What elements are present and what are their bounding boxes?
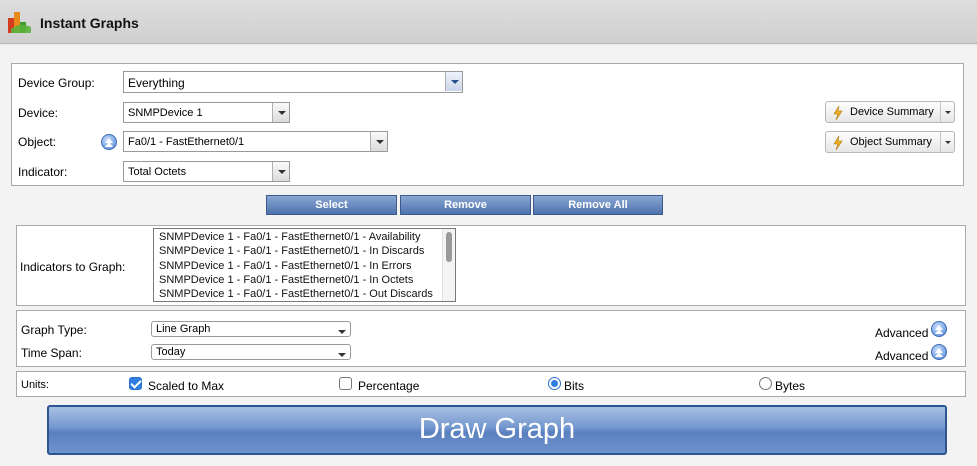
expand-advanced-icon[interactable] xyxy=(931,344,947,360)
chevron-down-icon[interactable] xyxy=(272,103,289,122)
bytes-label: Bytes xyxy=(775,379,806,393)
list-item[interactable]: SNMPDevice 1 - Fa0/1 - FastEthernet0/1 -… xyxy=(159,288,433,300)
object-summary-button[interactable]: Object Summary xyxy=(825,131,955,153)
device-summary-label: Device Summary xyxy=(850,106,934,118)
bits-label: Bits xyxy=(564,379,585,393)
percentage-checkbox[interactable] xyxy=(339,377,352,390)
advanced-link[interactable]: Advanced xyxy=(875,326,928,340)
list-item[interactable]: SNMPDevice 1 - Fa0/1 - FastEthernet0/1 -… xyxy=(159,274,413,286)
listbox-scrollbar[interactable] xyxy=(442,229,455,301)
bar-chart-logo-icon xyxy=(8,12,31,33)
bits-radio[interactable] xyxy=(548,377,561,390)
list-item[interactable]: SNMPDevice 1 - Fa0/1 - FastEthernet0/1 -… xyxy=(159,245,424,257)
time-span-label: Time Span: xyxy=(21,346,82,360)
scaled-to-max-label: Scaled to Max xyxy=(148,379,225,393)
object-value: Fa0/1 - FastEthernet0/1 xyxy=(128,136,245,148)
scrollbar-thumb[interactable] xyxy=(446,232,452,262)
indicators-label: Indicators to Graph: xyxy=(20,260,126,274)
list-item[interactable]: SNMPDevice 1 - Fa0/1 - FastEthernet0/1 -… xyxy=(159,231,420,243)
chevron-down-icon[interactable] xyxy=(940,132,954,152)
remove-button[interactable]: Remove xyxy=(400,195,531,215)
page-title: Instant Graphs xyxy=(40,15,139,31)
collapse-up-icon[interactable] xyxy=(101,134,117,150)
title-bar: Instant Graphs xyxy=(0,0,977,44)
chevron-down-icon[interactable] xyxy=(272,162,289,181)
device-value: SNMPDevice 1 xyxy=(128,107,203,119)
expand-advanced-icon[interactable] xyxy=(931,321,947,337)
advanced-link[interactable]: Advanced xyxy=(875,349,928,363)
time-span-value: Today xyxy=(156,346,186,358)
chevron-down-icon[interactable] xyxy=(445,72,462,91)
scaled-to-max-checkbox[interactable] xyxy=(129,377,142,390)
graph-type-value: Line Graph xyxy=(156,323,211,335)
device-group-select[interactable]: Everything xyxy=(123,71,463,93)
object-summary-label: Object Summary xyxy=(850,136,932,148)
object-select[interactable]: Fa0/1 - FastEthernet0/1 xyxy=(123,131,388,152)
draw-graph-button[interactable]: Draw Graph xyxy=(47,405,947,455)
device-label: Device: xyxy=(18,106,59,120)
indicator-select[interactable]: Total Octets xyxy=(123,161,290,182)
chevron-down-icon[interactable] xyxy=(370,132,387,151)
object-label: Object: xyxy=(18,135,57,149)
list-item[interactable]: SNMPDevice 1 - Fa0/1 - FastEthernet0/1 -… xyxy=(159,260,411,272)
main-content: Device Group: Everything Device: SNMPDev… xyxy=(0,45,977,466)
percentage-label: Percentage xyxy=(358,379,420,393)
device-select[interactable]: SNMPDevice 1 xyxy=(123,102,290,123)
chevron-down-icon[interactable] xyxy=(333,322,350,336)
device-summary-button[interactable]: Device Summary xyxy=(825,101,955,123)
lightning-arrow-icon xyxy=(833,135,843,151)
graph-type-label: Graph Type: xyxy=(21,323,87,337)
graph-type-select[interactable]: Line Graph xyxy=(151,321,351,337)
device-group-value: Everything xyxy=(128,76,185,90)
chevron-down-icon[interactable] xyxy=(940,102,954,122)
time-span-select[interactable]: Today xyxy=(151,344,351,360)
bytes-radio[interactable] xyxy=(759,377,772,390)
indicator-label: Indicator: xyxy=(18,165,68,179)
lightning-arrow-icon xyxy=(833,105,843,121)
device-group-label: Device Group: xyxy=(18,76,95,90)
bottom-strip xyxy=(0,459,977,466)
units-label: Units: xyxy=(21,379,50,391)
indicator-value: Total Octets xyxy=(128,166,187,178)
chevron-down-icon[interactable] xyxy=(333,345,350,359)
select-button[interactable]: Select xyxy=(266,195,397,215)
indicators-listbox[interactable]: SNMPDevice 1 - Fa0/1 - FastEthernet0/1 -… xyxy=(153,228,456,302)
remove-all-button[interactable]: Remove All xyxy=(533,195,663,215)
